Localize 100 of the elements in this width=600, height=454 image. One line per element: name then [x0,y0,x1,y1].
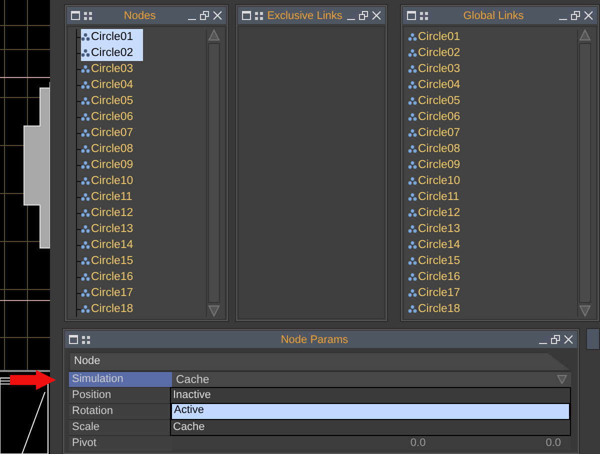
restore-icon[interactable] [571,11,580,20]
list-item[interactable]: Circle02 [408,45,470,61]
list-item[interactable]: Circle15 [408,253,470,269]
node-label: Circle15 [91,255,134,267]
close-icon[interactable] [212,11,222,20]
list-item[interactable]: Circle05 [81,93,144,109]
node-icon [408,193,417,201]
list-item[interactable]: Circle14 [81,237,144,253]
list-item[interactable]: Circle16 [408,269,470,285]
node-icon [81,289,90,297]
node-icon [408,65,417,73]
node-icon [408,129,417,137]
window-icon[interactable] [407,11,416,20]
list-item[interactable]: Circle17 [81,285,144,301]
list-item[interactable]: Circle11 [408,189,470,205]
list-item[interactable]: Circle02 [81,45,144,61]
list-item[interactable]: Circle06 [81,109,144,125]
section-header[interactable]: Node [69,352,571,371]
list-item[interactable]: Circle07 [408,125,470,141]
node-icon [408,81,417,89]
node-icon [408,241,417,249]
panel-title: Node Params [280,334,350,346]
list-item[interactable]: Circle09 [81,157,144,173]
node-icon [81,257,90,265]
window-icon[interactable] [242,11,251,20]
panel-title: Global Links [462,10,525,22]
list-item[interactable]: Circle11 [81,189,142,205]
node-label: Circle14 [418,239,460,251]
list-item[interactable]: Circle18 [408,301,470,317]
list-item[interactable]: Circle08 [408,141,470,157]
node-icon [408,113,417,121]
list-item[interactable]: Circle18 [81,301,144,317]
list-item[interactable]: Circle12 [408,205,470,221]
list-item[interactable]: Circle03 [81,61,144,77]
node-label: Circle04 [91,79,134,91]
window-icon[interactable] [71,11,80,20]
list-item[interactable]: Circle10 [81,173,144,189]
node-label: Circle07 [91,127,134,139]
restore-icon[interactable] [200,11,209,20]
node-label: Circle18 [91,303,134,315]
node-icon [81,209,90,217]
grid-icon[interactable] [254,12,263,20]
dropdown-field[interactable]: Cache [172,372,571,387]
dropdown-option[interactable]: Cache [171,420,570,435]
node-icon [408,177,417,185]
node-icon [408,49,417,57]
node-label: Circle15 [418,255,460,267]
list-item[interactable]: Circle10 [408,173,470,189]
grid-icon[interactable] [420,12,428,20]
arrow-icon [10,370,56,390]
node-label: Circle13 [418,223,460,235]
list-item[interactable]: Circle08 [81,141,144,157]
list-item[interactable]: Circle13 [81,221,144,237]
grid-icon[interactable] [82,336,90,344]
node-icon [81,97,90,105]
param-value: 0.0 [410,436,426,451]
close-icon[interactable] [564,335,573,344]
node-label: Circle11 [91,191,132,203]
scrollbar[interactable] [206,29,221,317]
node-label: Circle05 [91,95,134,107]
close-icon[interactable] [584,11,593,20]
list-item[interactable]: Circle07 [81,125,144,141]
list-item[interactable]: Circle04 [81,77,144,93]
restore-icon[interactable] [551,335,560,344]
node-icon [81,305,90,313]
list-item[interactable]: Circle16 [81,269,144,285]
close-icon[interactable] [372,11,381,20]
grid-icon[interactable] [84,12,92,20]
list-item[interactable]: Circle06 [408,109,470,125]
restore-icon[interactable] [359,11,368,20]
list-item[interactable]: Circle15 [81,253,144,269]
list-item[interactable]: Circle17 [408,285,470,301]
list-item[interactable]: Circle14 [408,237,470,253]
node-label: Circle02 [91,47,134,59]
node-label: Circle07 [418,127,460,139]
dropdown-option[interactable]: Inactive [171,388,570,403]
list-item[interactable]: Circle04 [408,77,470,93]
list-item[interactable]: Circle01 [408,29,470,45]
panel [586,328,600,350]
dropdown-option[interactable]: Active [171,403,570,420]
list-item[interactable]: Circle05 [408,93,470,109]
list-item[interactable]: Circle01 [81,29,144,45]
node-label: Circle12 [91,207,134,219]
list-item[interactable]: Circle13 [408,221,470,237]
param-label[interactable]: Pivot [69,436,172,451]
param-label[interactable]: Scale [69,420,172,435]
list-item[interactable]: Circle12 [81,205,144,221]
list-item[interactable]: Circle03 [408,61,470,77]
scrollbar[interactable] [577,29,592,317]
node-label: Circle13 [91,223,134,235]
param-label[interactable]: Rotation [69,404,172,419]
node-label: Circle09 [418,159,460,171]
node-label: Circle10 [91,175,134,187]
param-label[interactable]: Simulation [69,372,172,387]
param-label[interactable]: Position [69,388,172,403]
node-label: Circle01 [418,31,460,43]
node-label: Circle06 [91,111,134,123]
list-item[interactable]: Circle09 [408,157,470,173]
node-label: Circle05 [418,95,460,107]
window-icon[interactable] [69,335,78,344]
